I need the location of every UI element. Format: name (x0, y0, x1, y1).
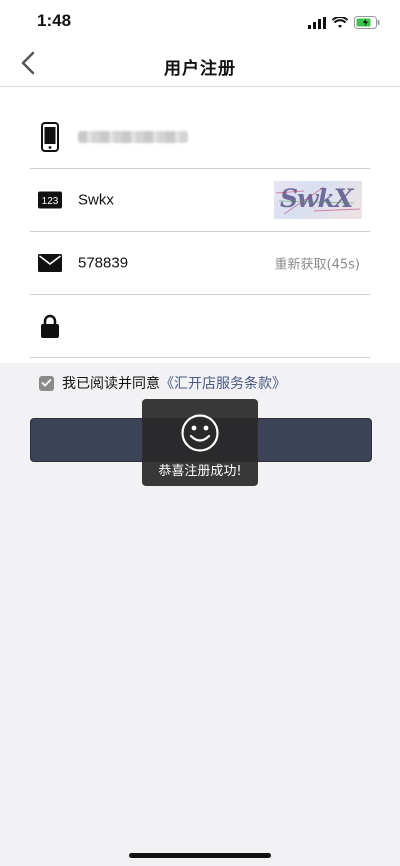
battery-icon (354, 14, 380, 33)
sms-code-field[interactable]: 578839 重新获取(45s) (30, 231, 370, 295)
terms-link[interactable]: 《汇开店服务条款》 (160, 373, 286, 393)
captcha-image[interactable]: SwkX (274, 181, 362, 219)
registration-form: 123 Swkx SwkX 578839 重新获取(45s) (0, 87, 400, 363)
check-icon (41, 375, 52, 391)
mail-icon (38, 253, 62, 272)
wifi-icon (331, 14, 349, 33)
phone-value-blurred (78, 130, 188, 143)
phone-icon (38, 121, 62, 152)
status-time: 1:48 (37, 11, 72, 30)
password-field[interactable] (30, 294, 370, 358)
smiley-icon (180, 413, 220, 457)
home-indicator[interactable] (129, 853, 271, 858)
page-title: 用户注册 (164, 59, 236, 79)
svg-text:123: 123 (42, 196, 59, 207)
phone-field[interactable] (30, 105, 370, 169)
status-icons (308, 14, 380, 33)
agreement-checkbox[interactable] (39, 375, 54, 391)
agreement-text: 我已阅读并同意 (62, 376, 160, 392)
success-toast: 恭喜注册成功! (142, 399, 258, 486)
signal-icon (308, 14, 326, 33)
nav-bar: 用户注册 (0, 44, 400, 87)
captcha-123-icon: 123 (38, 191, 62, 208)
captcha-input: Swkx (78, 191, 114, 208)
toast-message: 恭喜注册成功! (158, 464, 242, 479)
status-bar: 1:48 (0, 0, 400, 44)
resend-code-button[interactable]: 重新获取(45s) (275, 253, 360, 272)
lock-icon (38, 314, 62, 338)
agreement-row: 我已阅读并同意 《汇开店服务条款》 (39, 373, 286, 393)
captcha-field[interactable]: 123 Swkx SwkX (30, 168, 370, 232)
sms-code-input: 578839 (78, 254, 129, 271)
